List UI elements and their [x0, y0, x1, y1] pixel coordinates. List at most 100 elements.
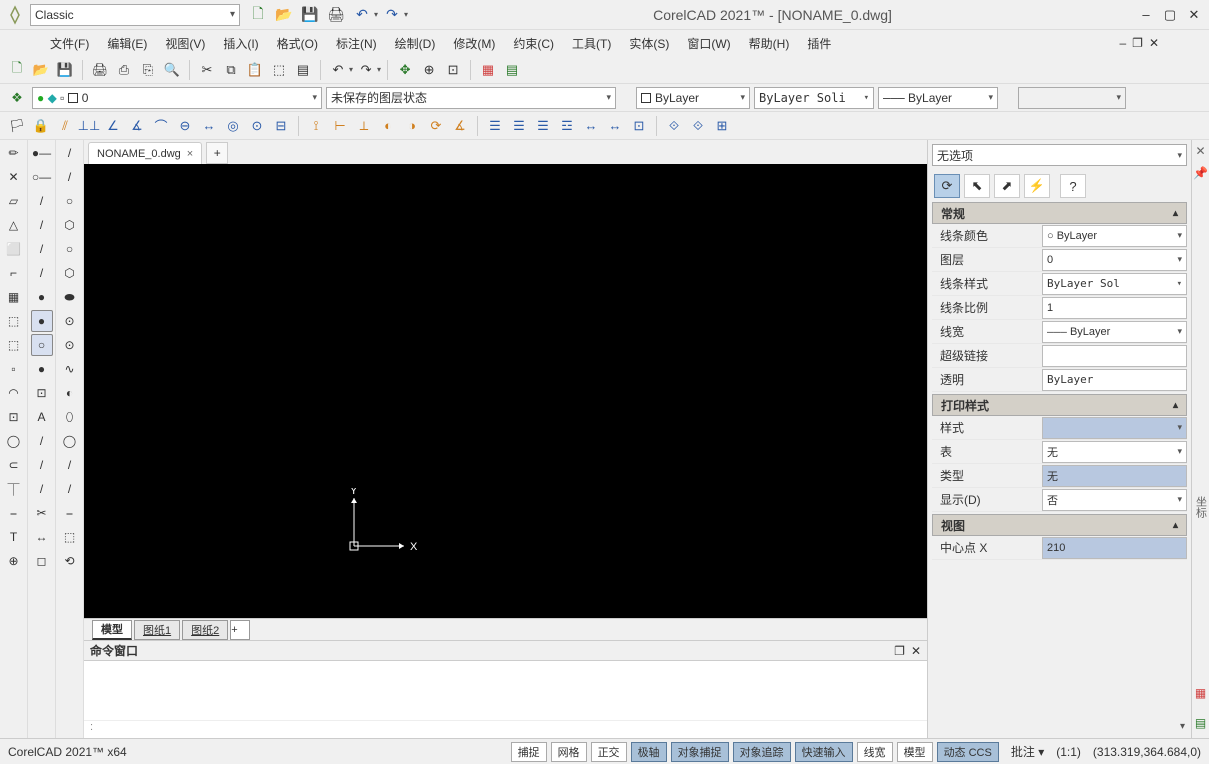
- dim-icon-5[interactable]: ◑: [401, 115, 423, 137]
- collapse-icon[interactable]: ▴: [1173, 520, 1178, 531]
- vtool-2-4[interactable]: /: [31, 238, 53, 260]
- menu-draw[interactable]: 绘制(D): [395, 35, 436, 52]
- dim-icon-4[interactable]: ◐: [377, 115, 399, 137]
- angle2-icon[interactable]: ∡: [126, 115, 148, 137]
- perpendicular-icon[interactable]: ⊥⊥: [78, 115, 100, 137]
- lock-icon-2[interactable]: 🔒: [30, 115, 52, 137]
- print-preview-icon[interactable]: ⎙: [113, 59, 135, 81]
- vtool-1-7[interactable]: ⬚: [3, 310, 25, 332]
- vtool-3-14[interactable]: /: [59, 478, 81, 500]
- vtool-2-11[interactable]: A: [31, 406, 53, 428]
- parallel-icon[interactable]: ⫽: [54, 115, 76, 137]
- vtool-3-3[interactable]: ⬡: [59, 214, 81, 236]
- vtool-2-8[interactable]: ○: [31, 334, 53, 356]
- dim-icon-3[interactable]: ⟂: [353, 115, 375, 137]
- status-toggle-正交[interactable]: 正交: [591, 742, 627, 762]
- vtool-2-13[interactable]: /: [31, 454, 53, 476]
- vtool-1-13[interactable]: ⊂: [3, 454, 25, 476]
- pan-icon[interactable]: ✥: [394, 59, 416, 81]
- dim-icon-1[interactable]: ⟟: [305, 115, 327, 137]
- block-icon-2[interactable]: ⟐: [687, 115, 709, 137]
- status-toggle-模型[interactable]: 模型: [897, 742, 933, 762]
- palette-icon-1[interactable]: ▦: [1195, 686, 1206, 700]
- tangent-icon[interactable]: ⊖: [174, 115, 196, 137]
- line-color-field[interactable]: ○ ByLayer▾: [1042, 225, 1187, 247]
- vtool-3-2[interactable]: ○: [59, 190, 81, 212]
- vtool-1-12[interactable]: ◯: [3, 430, 25, 452]
- status-toggle-快速输入[interactable]: 快速输入: [795, 742, 853, 762]
- refresh-icon[interactable]: ⟳: [934, 174, 960, 198]
- pin-panel-icon[interactable]: 📌: [1193, 166, 1208, 180]
- mdi-close-icon[interactable]: ✕: [1149, 36, 1159, 50]
- print-icon-2[interactable]: 🖨: [89, 59, 111, 81]
- selection-dropdown[interactable]: 无选项 ▾: [932, 144, 1187, 166]
- menu-insert[interactable]: 插入(I): [223, 35, 258, 52]
- lineweight-dropdown[interactable]: ——— ByLayer ▾: [878, 87, 998, 109]
- save-icon[interactable]: 💾: [298, 4, 322, 26]
- props-icon[interactable]: ▤: [292, 59, 314, 81]
- color-dropdown[interactable]: ByLayer ▾: [636, 87, 750, 109]
- vtool-3-4[interactable]: ○: [59, 238, 81, 260]
- vtool-3-8[interactable]: ⊙: [59, 334, 81, 356]
- align-icon-3[interactable]: ☰: [532, 115, 554, 137]
- vtool-2-15[interactable]: ✂: [31, 502, 53, 524]
- command-history[interactable]: [84, 661, 927, 720]
- linestyle-dropdown[interactable]: ByLayer Soli ▾: [754, 87, 874, 109]
- align-icon-4[interactable]: ☲: [556, 115, 578, 137]
- vtool-1-9[interactable]: ▫: [3, 358, 25, 380]
- vtool-3-0[interactable]: /: [59, 142, 81, 164]
- menu-plugin[interactable]: 插件: [807, 35, 831, 52]
- command-input[interactable]: :: [84, 720, 927, 738]
- vtool-3-1[interactable]: /: [59, 166, 81, 188]
- collapse-icon[interactable]: ▴: [1173, 208, 1178, 219]
- layer-field[interactable]: 0▾: [1042, 249, 1187, 271]
- vtool-2-12[interactable]: /: [31, 430, 53, 452]
- palette-tab[interactable]: 坐标: [1193, 496, 1209, 518]
- cmd-dock-icon[interactable]: ❐: [894, 644, 905, 658]
- section-printstyle[interactable]: 打印样式 ▴: [932, 394, 1187, 416]
- vtool-3-13[interactable]: /: [59, 454, 81, 476]
- menu-constrain[interactable]: 约束(C): [513, 35, 554, 52]
- dim-icon-2[interactable]: ⊢: [329, 115, 351, 137]
- open-file-icon[interactable]: 📂: [30, 59, 52, 81]
- vtool-3-17[interactable]: ⟲: [59, 550, 81, 572]
- status-toggle-极轴[interactable]: 极轴: [631, 742, 667, 762]
- scroll-down-icon[interactable]: ▾: [1180, 721, 1185, 732]
- show-field[interactable]: 否▾: [1042, 489, 1187, 511]
- align-icon-7[interactable]: ⊡: [628, 115, 650, 137]
- paste-icon[interactable]: 📋: [244, 59, 266, 81]
- redo-icon-2[interactable]: ↷: [355, 59, 377, 81]
- status-toggle-对象捕捉[interactable]: 对象捕捉: [671, 742, 729, 762]
- properties-icon[interactable]: ▦: [477, 59, 499, 81]
- vtool-1-8[interactable]: ⬚: [3, 334, 25, 356]
- menu-file[interactable]: 文件(F): [50, 35, 89, 52]
- vtool-1-16[interactable]: T: [3, 526, 25, 548]
- close-tab-icon[interactable]: ×: [187, 148, 193, 160]
- pick2-icon[interactable]: ⬈: [994, 174, 1020, 198]
- close-icon[interactable]: ✕: [1185, 7, 1203, 23]
- vtool-2-2[interactable]: /: [31, 190, 53, 212]
- vtool-2-10[interactable]: ⊡: [31, 382, 53, 404]
- help-icon[interactable]: ?: [1060, 174, 1086, 198]
- redo-icon[interactable]: ↷: [380, 4, 404, 26]
- vtool-3-5[interactable]: ⬡: [59, 262, 81, 284]
- table-field[interactable]: 无▾: [1042, 441, 1187, 463]
- menu-modify[interactable]: 修改(M): [453, 35, 495, 52]
- workspace-selector[interactable]: Classic ▾: [30, 4, 240, 26]
- maximize-icon[interactable]: ▢: [1161, 7, 1179, 23]
- block-icon-1[interactable]: ⟐: [663, 115, 685, 137]
- menu-dim[interactable]: 标注(N): [336, 35, 377, 52]
- vtool-1-14[interactable]: ⏉: [3, 478, 25, 500]
- vtool-1-6[interactable]: ▦: [3, 286, 25, 308]
- menu-view[interactable]: 视图(V): [165, 35, 205, 52]
- menu-format[interactable]: 格式(O): [277, 35, 318, 52]
- lineweight-field[interactable]: ——— ByLayer▾: [1042, 321, 1187, 343]
- align-icon-5[interactable]: ↔: [580, 115, 602, 137]
- vtool-3-10[interactable]: ◐: [59, 382, 81, 404]
- angle-icon[interactable]: ∠: [102, 115, 124, 137]
- vtool-3-11[interactable]: ⬯: [59, 406, 81, 428]
- vtool-2-3[interactable]: /: [31, 214, 53, 236]
- lock-icon[interactable]: 🏳: [6, 115, 28, 137]
- dim-icon-7[interactable]: ∡: [449, 115, 471, 137]
- vtool-2-9[interactable]: ●: [31, 358, 53, 380]
